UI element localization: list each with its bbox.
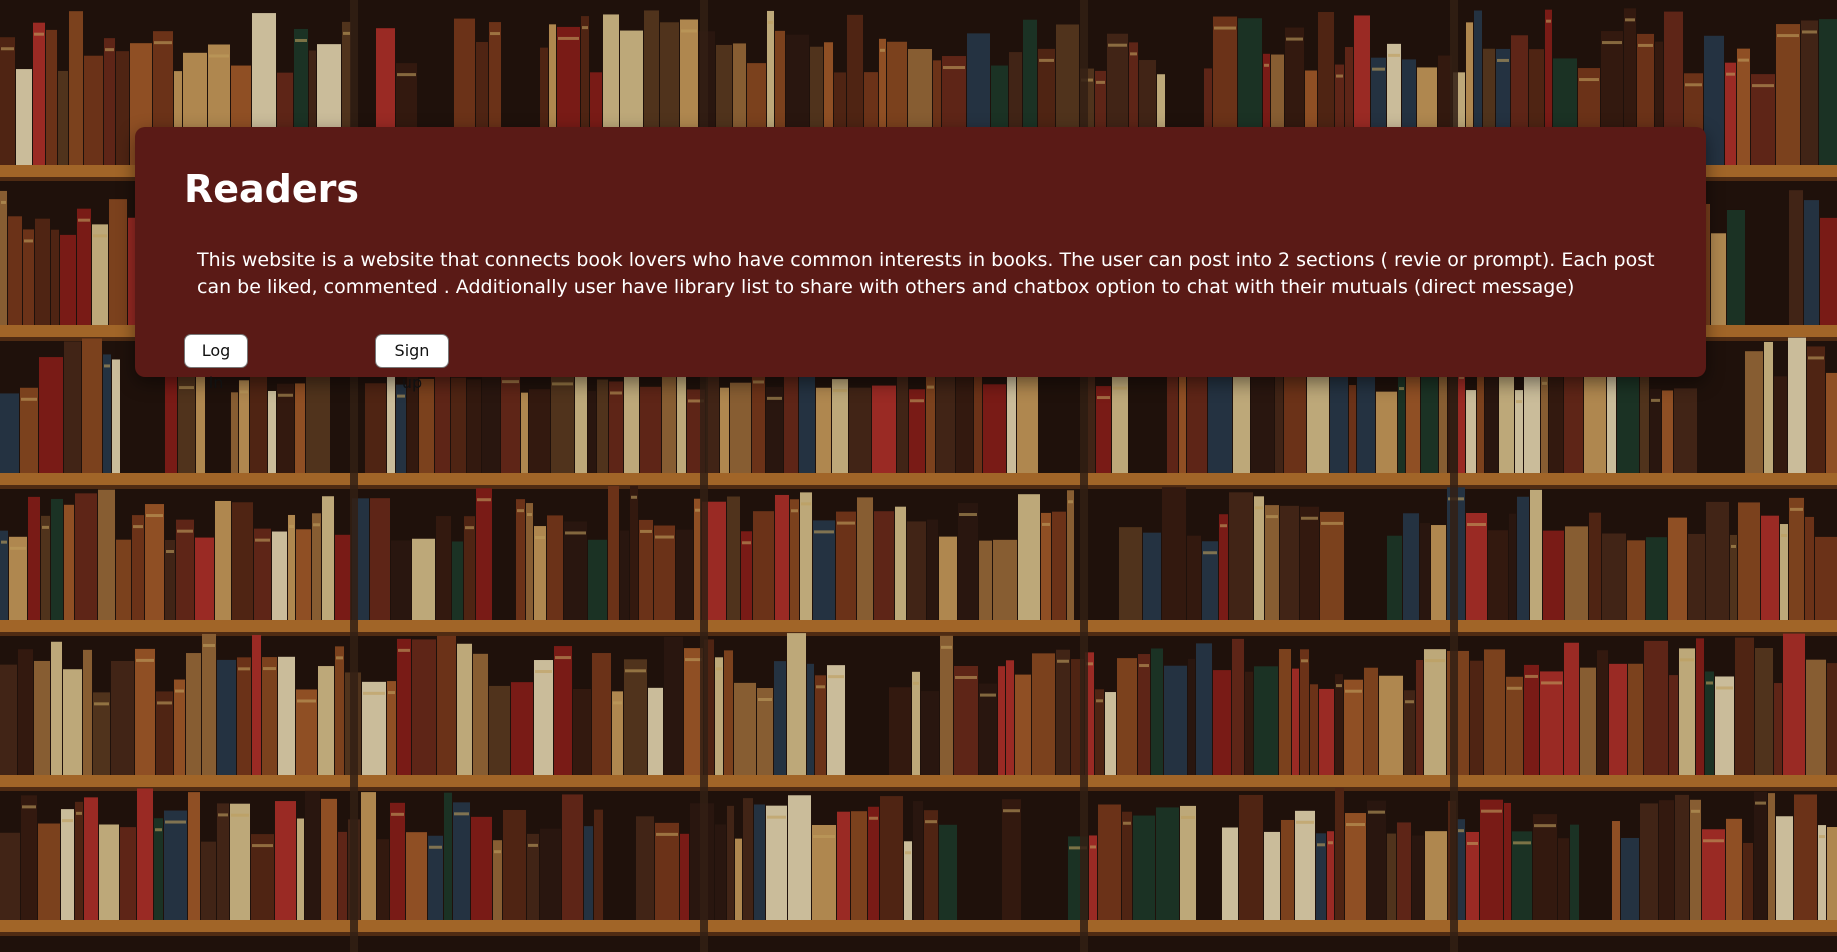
site-description: This website is a website that connects …: [197, 249, 1655, 298]
login-button[interactable]: Log In: [184, 334, 248, 392]
signup-button[interactable]: Sign up: [375, 334, 449, 392]
site-title: Readers: [184, 167, 360, 211]
hero-card: Readers This website is a website that c…: [135, 127, 1706, 392]
